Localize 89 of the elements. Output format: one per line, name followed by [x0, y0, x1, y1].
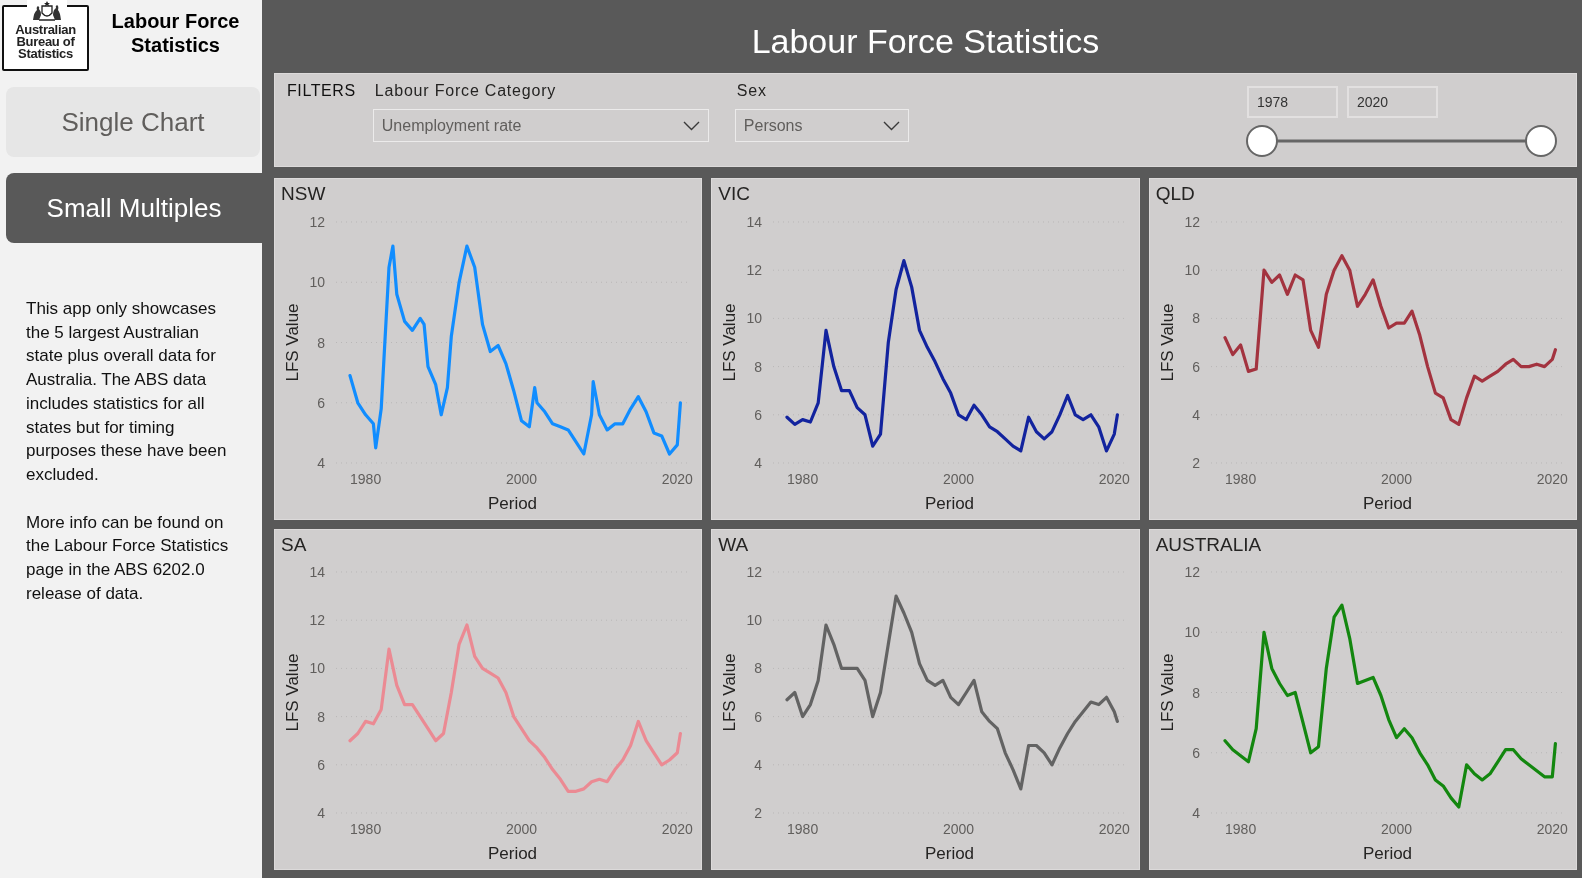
y-axis-tick-label: 8 — [1191, 309, 1200, 326]
slider-thumb[interactable] — [1525, 125, 1557, 157]
chart-title: WA — [717, 532, 750, 557]
y-axis-tick-label: 14 — [309, 564, 325, 580]
x-axis-title: Period — [925, 844, 975, 863]
y-axis-tick-label: 8 — [1191, 684, 1200, 701]
filter-dropdown[interactable]: Unemployment rate — [372, 109, 709, 142]
logo-text: Australian Bureau of Statistics — [14, 24, 77, 63]
filters-label: FILTERS — [287, 81, 356, 101]
y-axis-tick-label: 8 — [754, 358, 763, 375]
y-axis-tick-label: 4 — [1191, 805, 1200, 821]
x-axis-tick-label: 2000 — [505, 470, 538, 487]
chart-title: VIC — [717, 182, 751, 206]
y-axis-tick-label: 6 — [754, 406, 763, 423]
y-axis-tick-label: 10 — [1184, 624, 1200, 641]
start-year-field[interactable]: 1978 — [1247, 86, 1338, 118]
chevron-down-icon — [882, 120, 900, 131]
chevron-down-icon — [682, 120, 700, 131]
x-axis-title: Period — [487, 493, 538, 513]
slider-thumb[interactable] — [1246, 125, 1278, 157]
end-year-field[interactable]: 2020 — [1347, 86, 1438, 118]
y-axis-tick-label: 12 — [746, 261, 763, 278]
y-axis-title: LFS Value — [720, 653, 740, 732]
y-axis-tick-label: 12 — [1184, 213, 1200, 230]
y-axis-tick-label: 6 — [1191, 744, 1200, 761]
y-axis-tick-label: 6 — [754, 708, 763, 725]
y-axis-tick-label: 10 — [746, 309, 763, 326]
x-axis-title: Period — [1362, 493, 1412, 513]
x-axis-tick-label: 1980 — [787, 470, 819, 487]
x-axis-tick-label: 2000 — [1380, 821, 1412, 837]
y-axis-tick-label: 4 — [754, 756, 763, 773]
app-title: Labour Force Statistics — [110, 9, 241, 57]
x-axis-tick-label: 1980 — [350, 470, 382, 487]
filter-label: Sex — [735, 81, 768, 101]
x-axis-tick-label: 1980 — [350, 821, 382, 837]
y-axis-tick-label: 6 — [1191, 358, 1200, 375]
chart-title: NSW — [280, 182, 327, 206]
range-slider-track[interactable] — [1246, 125, 1557, 157]
x-axis-tick-label: 2020 — [1536, 821, 1568, 837]
page-nav-button[interactable]: Small Multiples — [6, 173, 262, 243]
x-axis-tick-label: 2000 — [1380, 470, 1412, 487]
x-axis-title: Period — [1362, 844, 1412, 863]
x-axis-tick-label: 2020 — [1099, 821, 1131, 837]
y-axis-tick-label: 8 — [754, 660, 763, 677]
x-axis-tick-label: 2000 — [943, 470, 975, 487]
y-axis-title: LFS Value — [283, 302, 302, 382]
x-axis-tick-label: 1980 — [1224, 470, 1256, 487]
y-axis-tick-label: 6 — [317, 756, 325, 773]
filter-label: Labour Force Category — [373, 81, 558, 101]
x-axis-tick-label: 2020 — [661, 821, 693, 837]
y-axis-tick-label: 10 — [1184, 261, 1200, 278]
y-axis-tick-label: 8 — [317, 708, 325, 725]
y-axis-tick-label: 12 — [309, 612, 325, 629]
info-paragraph: This app only showcases the 5 largest Australian state plus overall data for Australia. The ABS data includes statistics for all states but for timing purposes these have been excluded. — [26, 298, 228, 486]
x-axis-title: Period — [925, 493, 975, 513]
x-axis-title: Period — [487, 844, 538, 863]
x-axis-tick-label: 2020 — [1536, 470, 1568, 487]
y-axis-tick-label: 8 — [317, 334, 325, 350]
y-axis-tick-label: 10 — [746, 612, 763, 629]
page-nav-button[interactable]: Single Chart — [6, 87, 260, 157]
y-axis-tick-label: 12 — [1184, 564, 1200, 580]
x-axis-tick-label: 1980 — [787, 821, 819, 837]
y-axis-tick-label: 4 — [317, 454, 325, 471]
x-axis-tick-label: 2020 — [1099, 470, 1131, 487]
filter-dropdown[interactable]: Persons — [734, 109, 909, 142]
y-axis-tick-label: 12 — [309, 213, 325, 230]
page-title: Labour Force Statistics — [751, 22, 1100, 61]
y-axis-title: LFS Value — [720, 302, 740, 382]
chart-title: QLD — [1154, 182, 1196, 206]
chart-title: SA — [280, 532, 308, 557]
y-axis-tick-label: 10 — [309, 660, 325, 677]
y-axis-title: LFS Value — [1157, 653, 1177, 732]
x-axis-tick-label: 2000 — [505, 821, 538, 837]
x-axis-tick-label: 1980 — [1224, 821, 1256, 837]
y-axis-tick-label: 4 — [317, 805, 325, 821]
y-axis-title: LFS Value — [1157, 302, 1177, 382]
y-axis-tick-label: 6 — [317, 394, 325, 411]
y-axis-tick-label: 10 — [309, 273, 325, 290]
chart-title: AUSTRALIA — [1154, 532, 1263, 557]
y-axis-tick-label: 4 — [754, 454, 763, 471]
y-axis-tick-label: 12 — [746, 564, 763, 580]
y-axis-tick-label: 2 — [754, 805, 763, 821]
info-paragraph: More info can be found on the Labour Force Statistics page in the ABS 6202.0 release of data. — [26, 511, 230, 605]
y-axis-title: LFS Value — [283, 653, 302, 732]
y-axis-tick-label: 14 — [746, 213, 763, 230]
x-axis-tick-label: 2000 — [943, 821, 975, 837]
y-axis-tick-label: 4 — [1191, 406, 1200, 423]
x-axis-tick-label: 2020 — [661, 470, 693, 487]
y-axis-tick-label: 2 — [1191, 454, 1200, 471]
